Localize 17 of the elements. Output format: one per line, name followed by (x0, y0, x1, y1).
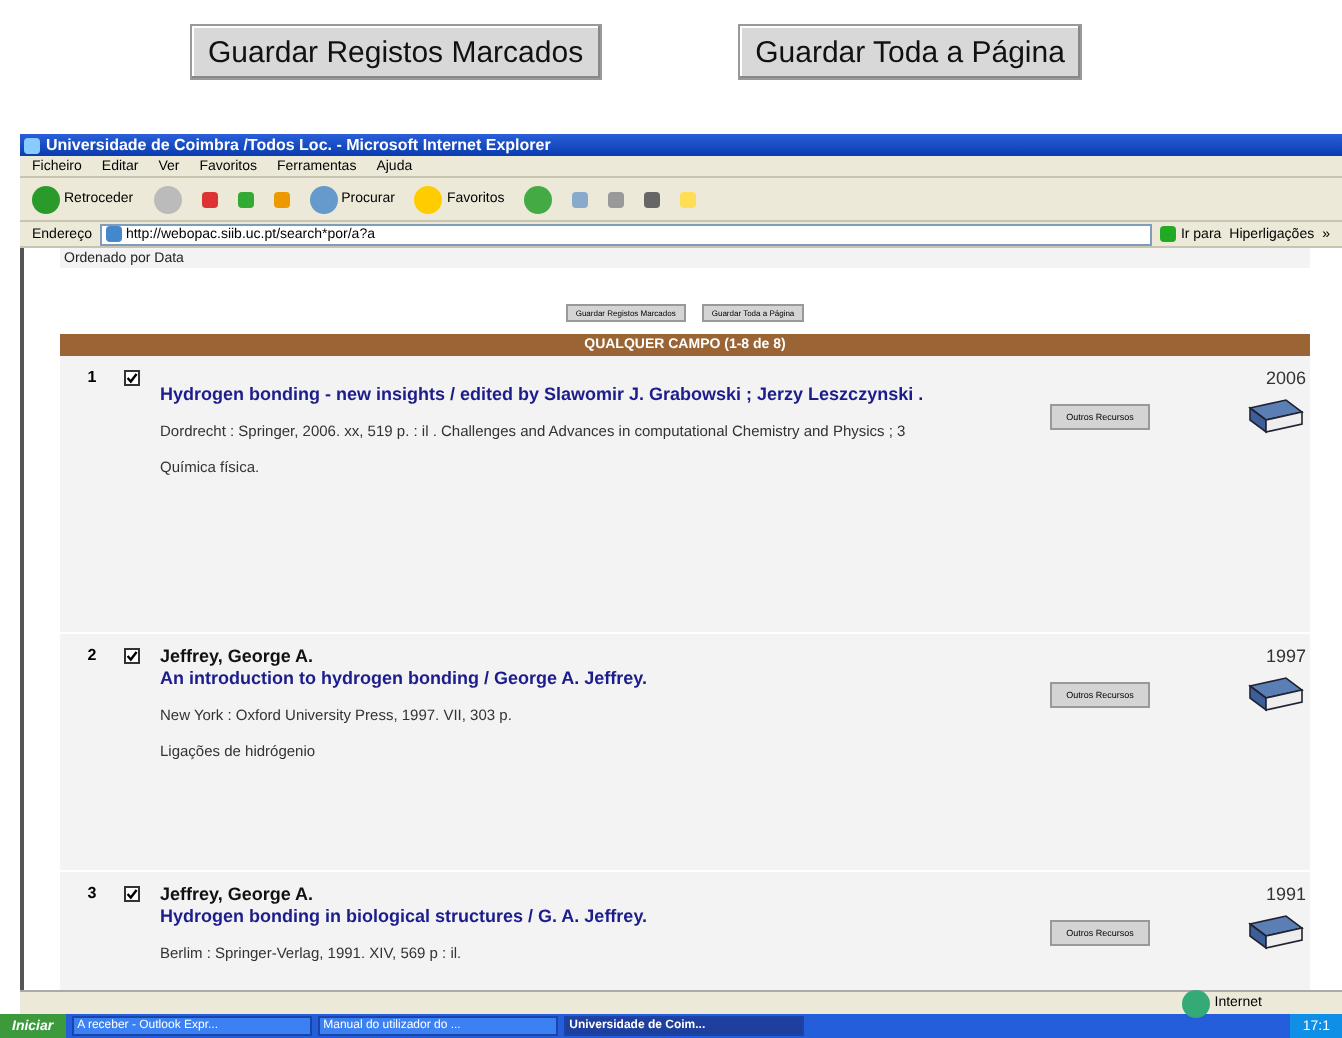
result-number: 2 (85, 646, 99, 666)
title-link[interactable]: Hydrogen bonding - new insights / edited by Slawomir J. Grabowski ; Jerzy Leszczynski . (160, 384, 1050, 404)
year: 2006 (1265, 368, 1306, 388)
result-number: 1 (85, 368, 99, 388)
checkbox[interactable] (124, 648, 140, 664)
author: Jeffrey, George A. (160, 646, 316, 666)
checkbox[interactable] (124, 886, 140, 902)
title-link[interactable]: Hydrogen bonding in biological structures / G. A. Jeffrey. (160, 906, 1050, 926)
title-link[interactable]: An introduction to hydrogen bonding / George A. Jeffrey. (160, 668, 1050, 688)
year: 1991 (1265, 884, 1306, 904)
year: 1997 (1265, 646, 1306, 666)
save-button[interactable]: Guardar Registos Marcados (190, 24, 602, 80)
checkbox[interactable] (124, 370, 140, 386)
author: Jeffrey, George A. (160, 884, 316, 904)
window-title: Universidade de Coimbra /Todos Loc. - Microsoft Internet Explorer (46, 136, 551, 154)
save-button[interactable]: Guardar Toda a Página (737, 24, 1083, 80)
result-number: 3 (85, 884, 99, 904)
